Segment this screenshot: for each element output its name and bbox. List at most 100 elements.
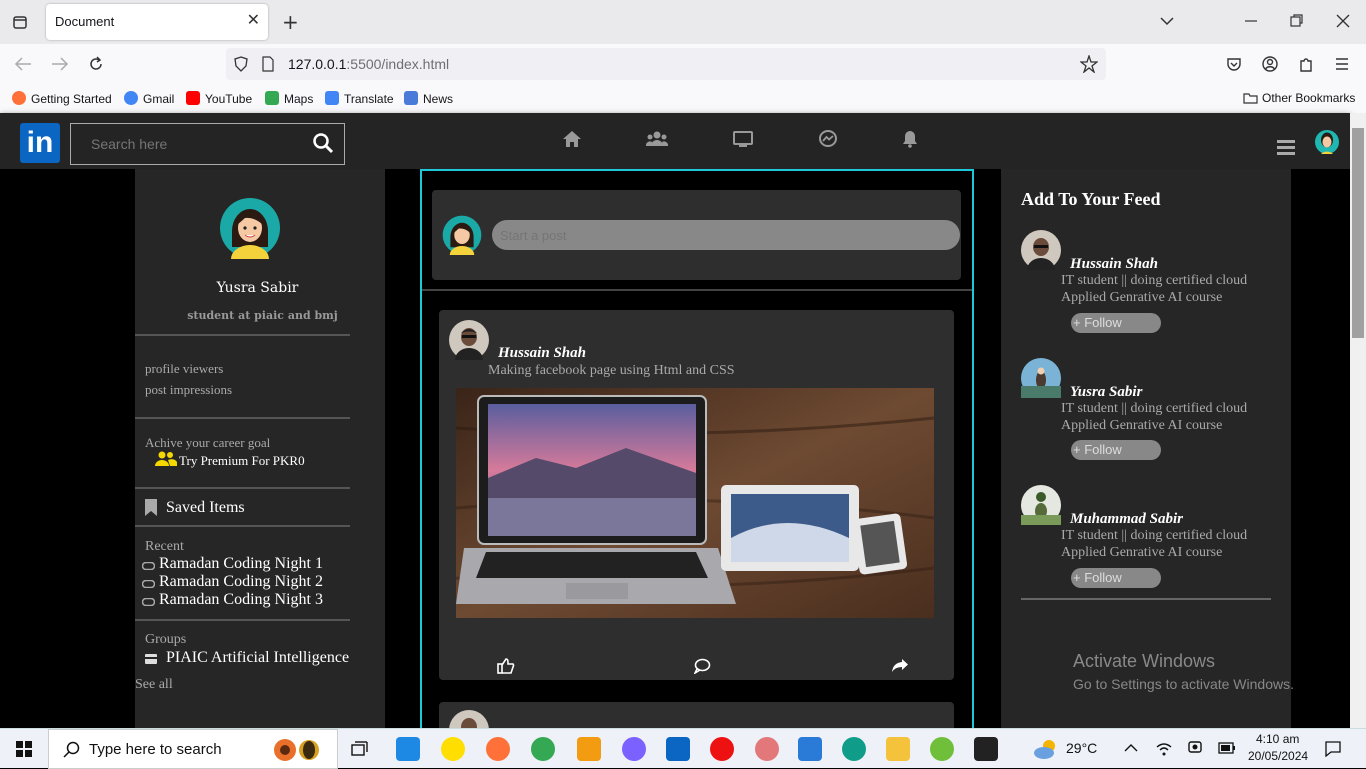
profile-name[interactable]: Yusra Sabir — [135, 280, 380, 296]
forward-icon[interactable] — [51, 57, 69, 71]
close-window-icon[interactable] — [1336, 14, 1350, 28]
recent-item-2[interactable]: Ramadan Coding Night 2 — [159, 573, 323, 591]
camera-privacy-icon[interactable] — [1188, 741, 1202, 757]
composer-avatar[interactable] — [442, 215, 482, 255]
address-bar[interactable]: 127.0.0.1:5500/index.html — [226, 48, 1106, 80]
follow-button[interactable]: + Follow — [1071, 313, 1161, 333]
home-icon[interactable] — [562, 130, 582, 148]
new-tab-icon[interactable]: + — [282, 10, 299, 34]
page-scrollbar[interactable] — [1350, 113, 1366, 728]
chevron-up-icon[interactable] — [1124, 743, 1138, 753]
tv-icon[interactable] — [733, 130, 753, 148]
suggestion-name[interactable]: Hussain Shah — [1070, 256, 1158, 273]
edge-icon[interactable] — [842, 737, 866, 761]
mail-icon[interactable] — [798, 737, 822, 761]
search-input[interactable] — [91, 136, 291, 152]
bell-icon[interactable] — [900, 130, 920, 148]
suggestion-avatar[interactable] — [1021, 358, 1061, 398]
search-box[interactable] — [70, 123, 345, 165]
share-icon[interactable] — [891, 658, 909, 673]
other-bookmarks[interactable]: Other Bookmarks — [1243, 91, 1355, 105]
hamburger-menu-icon[interactable] — [1277, 140, 1295, 155]
divider — [135, 417, 350, 419]
pocket-icon[interactable] — [1226, 56, 1242, 72]
windows-start-icon[interactable] — [16, 741, 32, 757]
back-icon[interactable] — [14, 57, 32, 71]
follow-button[interactable]: + Follow — [1071, 568, 1161, 588]
weather-temp[interactable]: 29°C — [1066, 740, 1097, 756]
suggestion-avatar[interactable] — [1021, 485, 1061, 525]
linkedin-logo[interactable]: in — [20, 123, 60, 163]
chrome-icon[interactable] — [531, 737, 555, 761]
divider — [422, 289, 972, 291]
browser-tab[interactable]: Document ✕ — [46, 4, 268, 40]
bookmark-maps[interactable]: Maps — [265, 91, 313, 106]
opera-icon[interactable] — [710, 737, 734, 761]
try-premium-link[interactable]: Try Premium For PKR0 — [179, 453, 305, 469]
close-tab-icon[interactable]: ✕ — [247, 10, 260, 29]
extensions-icon[interactable] — [1298, 56, 1314, 72]
user-avatar[interactable] — [1315, 128, 1339, 156]
post-author-name[interactable]: Hussain Shah — [498, 345, 586, 362]
search-icon[interactable] — [312, 132, 334, 154]
battery-icon[interactable] — [1218, 742, 1236, 754]
bookmark-news[interactable]: News — [404, 91, 453, 106]
scroll-thumb[interactable] — [1352, 128, 1364, 338]
reload-icon[interactable] — [88, 56, 104, 72]
file-explorer-icon[interactable] — [886, 737, 910, 761]
vscode-icon[interactable] — [396, 737, 420, 761]
profile-headline: student at piaic and bmj — [187, 309, 338, 322]
utorrent-icon[interactable] — [930, 737, 954, 761]
group-item[interactable]: PIAIC Artificial Intelligence — [166, 649, 349, 667]
search-icon — [63, 741, 80, 758]
bookmark-gmail[interactable]: Gmail — [124, 91, 174, 106]
terminal-icon[interactable] — [974, 737, 998, 761]
snapchat-icon[interactable] — [441, 737, 465, 761]
tab-list-icon[interactable] — [12, 14, 28, 30]
bookmarks-bar: Getting Started Gmail YouTube Maps Trans… — [0, 86, 1366, 112]
account-icon[interactable] — [1262, 56, 1278, 72]
chevron-down-icon[interactable] — [1160, 14, 1174, 28]
bookmark-translate[interactable]: Translate — [325, 91, 394, 106]
chat-app-icon[interactable] — [622, 737, 646, 761]
start-post-input[interactable] — [492, 220, 960, 250]
suggestion-avatar[interactable] — [1021, 230, 1061, 270]
linkedin-app-icon[interactable] — [666, 737, 690, 761]
post-image[interactable] — [456, 388, 934, 618]
taskbar-search[interactable]: Type here to search — [48, 729, 338, 769]
clock-time[interactable]: 4:10 am — [1256, 732, 1299, 746]
recent-item-3[interactable]: Ramadan Coding Night 3 — [159, 591, 323, 609]
profile-avatar[interactable] — [219, 197, 281, 259]
restore-icon[interactable] — [1290, 14, 1304, 28]
task-view-icon[interactable] — [351, 741, 369, 757]
tab-strip: Document ✕ + — [0, 0, 1366, 44]
minimize-icon[interactable] — [1244, 14, 1258, 28]
saved-items-link[interactable]: Saved Items — [166, 499, 245, 517]
like-icon[interactable] — [497, 658, 515, 674]
follow-button[interactable]: + Follow — [1071, 440, 1161, 460]
vlc-icon[interactable] — [577, 737, 601, 761]
post-impressions-link[interactable]: post impressions — [145, 382, 232, 398]
clock-date[interactable]: 20/05/2024 — [1248, 749, 1308, 763]
network-icon[interactable] — [646, 130, 668, 148]
search-highlight-icon — [274, 739, 319, 761]
url-path: :5500/index.html — [346, 56, 450, 72]
bookmark-star-icon[interactable] — [1080, 55, 1098, 73]
messenger-icon[interactable] — [818, 130, 838, 148]
bookmark-getting-started[interactable]: Getting Started — [12, 91, 112, 106]
menu-icon[interactable] — [1335, 57, 1349, 71]
shield-icon[interactable] — [234, 56, 248, 72]
firefox-icon[interactable] — [486, 737, 510, 761]
paint-icon[interactable] — [755, 737, 779, 761]
recent-item-1[interactable]: Ramadan Coding Night 1 — [159, 555, 323, 573]
suggestion-name[interactable]: Yusra Sabir — [1070, 384, 1142, 401]
wifi-icon[interactable] — [1156, 741, 1172, 757]
suggestion-name[interactable]: Muhammad Sabir — [1070, 511, 1183, 528]
bookmark-youtube[interactable]: YouTube — [186, 91, 252, 106]
weather-icon[interactable] — [1033, 737, 1059, 761]
post-author-avatar[interactable] — [449, 320, 489, 360]
notification-center-icon[interactable] — [1325, 741, 1341, 757]
comment-icon[interactable] — [694, 658, 711, 674]
see-all-link[interactable]: See all — [135, 677, 173, 693]
profile-viewers-link[interactable]: profile viewers — [145, 361, 223, 377]
